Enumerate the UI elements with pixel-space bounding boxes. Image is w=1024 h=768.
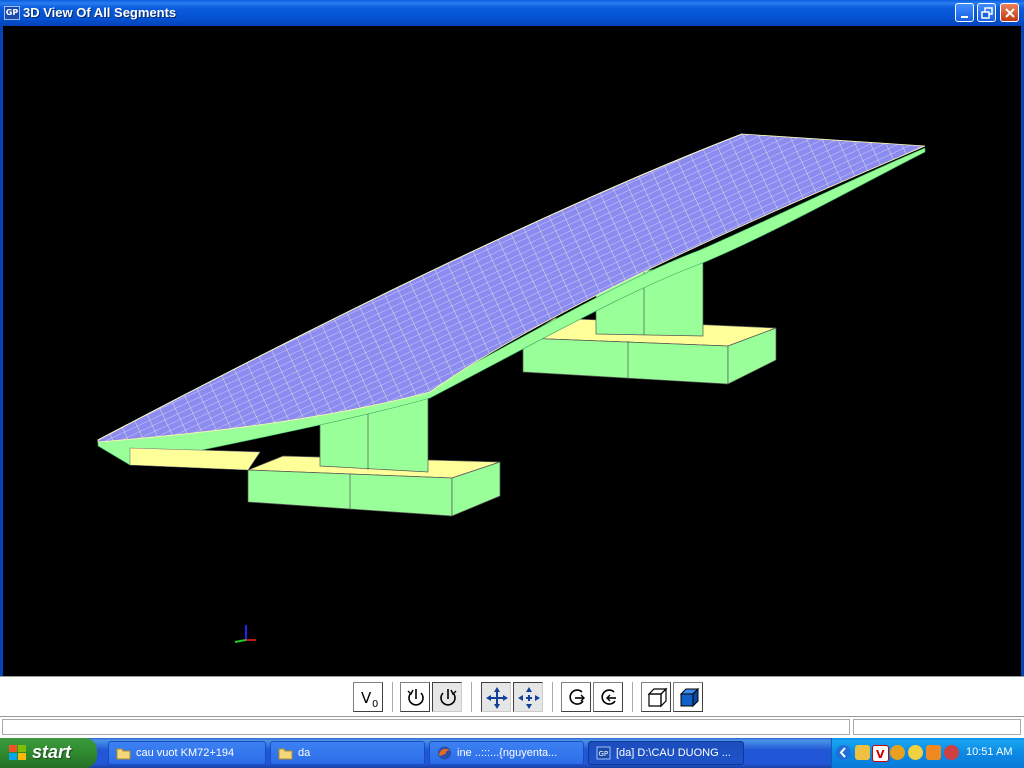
view-toolbar: V0 [0, 676, 1024, 717]
app-icon[interactable]: GP [4, 6, 20, 20]
close-button[interactable] [1000, 3, 1019, 22]
svg-text:GP: GP [599, 750, 609, 758]
task-cau-vuot-folder[interactable]: cau vuot KM72+194 [108, 741, 266, 765]
tray-update-icon[interactable] [926, 745, 941, 760]
app-gp-icon: GP [596, 746, 611, 760]
tray-smiley-icon[interactable] [890, 745, 905, 760]
task-label: ine ..:::...{nguyenta... [457, 747, 558, 759]
pan-alt-arrows-icon[interactable] [513, 682, 543, 712]
pan-arrows-icon[interactable] [481, 682, 511, 712]
status-pane-secondary [853, 719, 1021, 735]
status-pane-main [2, 719, 850, 735]
toolbar-separator [552, 682, 553, 712]
view-origin-button[interactable]: V0 [353, 682, 383, 712]
windows-logo-icon [9, 745, 26, 760]
deck-surface [97, 133, 926, 443]
folder-icon [116, 748, 131, 760]
rotate-cw-icon[interactable] [432, 682, 462, 712]
clock[interactable]: 10:51 AM [966, 746, 1012, 758]
tray-emoticon-icon[interactable] [908, 745, 923, 760]
svg-text:V: V [361, 689, 372, 707]
firefox-icon [438, 746, 451, 760]
task-label: cau vuot KM72+194 [136, 747, 235, 759]
rotate-ccw-icon[interactable] [400, 682, 430, 712]
wireframe-cube-icon[interactable] [641, 682, 671, 712]
zoom-in-rotate-icon[interactable] [561, 682, 591, 712]
zoom-out-rotate-icon[interactable] [593, 682, 623, 712]
minimize-button[interactable] [955, 3, 974, 22]
toolbar-separator [632, 682, 633, 712]
tray-messenger-icon[interactable] [944, 745, 959, 760]
solid-cube-icon[interactable] [673, 682, 703, 712]
bridge-model [97, 133, 926, 643]
start-label: start [32, 742, 72, 762]
taskbar: start cau vuot KM72+194 da ine ..:::...{… [0, 738, 1024, 768]
tray-v-icon[interactable]: V [872, 745, 889, 762]
task-label: [da] D:\CAU DUONG ... [616, 747, 731, 759]
toolbar-separator [471, 682, 472, 712]
status-bar [0, 716, 1024, 739]
window-title: 3D View Of All Segments [23, 5, 177, 20]
task-label: da [298, 747, 311, 759]
title-bar[interactable]: GP 3D View Of All Segments [0, 0, 1024, 26]
start-button[interactable]: start [0, 738, 97, 768]
task-gp-app[interactable]: GP [da] D:\CAU DUONG ... [588, 741, 744, 765]
axis-gizmo [234, 625, 256, 643]
maximize-button[interactable] [977, 3, 996, 22]
svg-text:0: 0 [372, 699, 378, 710]
task-da-folder[interactable]: da [270, 741, 425, 765]
show-hidden-icons-chevron-icon[interactable] [836, 745, 851, 760]
task-firefox[interactable]: ine ..:::...{nguyenta... [429, 741, 584, 765]
3d-viewport[interactable] [0, 26, 1024, 676]
tray-app-icon[interactable] [855, 745, 870, 760]
folder-icon [278, 748, 293, 760]
toolbar-separator [392, 682, 393, 712]
system-tray: V 10:51 AM [831, 738, 1024, 768]
svg-text:V: V [876, 748, 885, 761]
